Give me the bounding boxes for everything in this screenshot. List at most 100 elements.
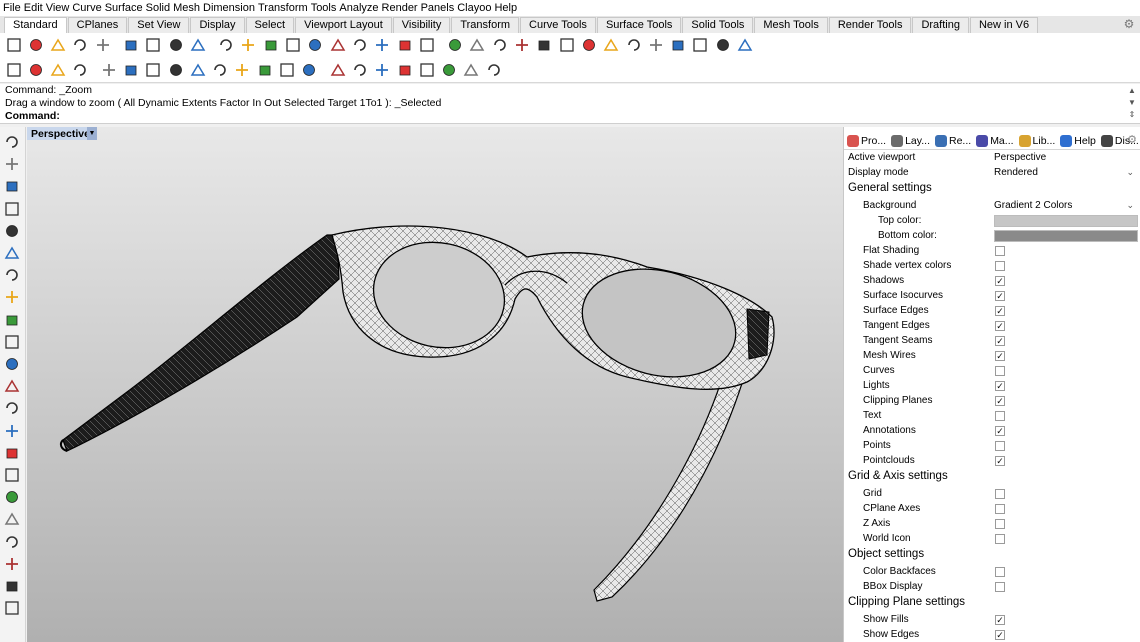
chevron-down-icon[interactable]: ⌄ — [1126, 167, 1134, 178]
checkbox-text[interactable] — [995, 410, 1005, 421]
help-icon[interactable] — [736, 36, 755, 55]
rectangle-icon[interactable] — [3, 200, 21, 218]
tab-select[interactable]: Select — [245, 17, 295, 33]
tab-visibility[interactable]: Visibility — [392, 17, 451, 33]
tab-new-in-v6[interactable]: New in V6 — [969, 17, 1039, 33]
circle-target-icon[interactable] — [144, 60, 163, 79]
steering-icon[interactable] — [417, 36, 436, 55]
display-mode-select[interactable]: Rendered — [994, 167, 1038, 178]
rotate-arrow-icon[interactable] — [99, 60, 118, 79]
align-icon[interactable] — [3, 510, 21, 528]
four-viewports-icon[interactable] — [373, 36, 392, 55]
car-icon[interactable] — [395, 36, 414, 55]
menu-item-clayoo[interactable]: Clayoo — [457, 0, 494, 16]
copy-icon[interactable] — [144, 36, 163, 55]
menu-item-help[interactable]: Help — [494, 0, 520, 16]
menu-item-edit[interactable]: Edit — [24, 0, 46, 16]
tab-solid-tools[interactable]: Solid Tools — [682, 17, 754, 33]
checkbox-annotations[interactable]: ✓ — [995, 425, 1005, 436]
checkbox-show-fills[interactable]: ✓ — [995, 614, 1005, 625]
sun-icon[interactable] — [255, 60, 274, 79]
triangle-ruler-icon[interactable] — [166, 60, 185, 79]
pipe-icon[interactable] — [188, 60, 207, 79]
panel-settings-gear-icon[interactable]: ⚙ — [1127, 133, 1137, 146]
box-solid-icon[interactable] — [3, 377, 21, 395]
crosshair-icon[interactable] — [484, 60, 503, 79]
pan-hand-icon[interactable] — [217, 36, 236, 55]
checkbox-cplane-axes[interactable] — [995, 503, 1005, 514]
extrude-icon[interactable] — [3, 355, 21, 373]
menu-item-mesh[interactable]: Mesh — [173, 0, 203, 16]
zoom-extents-icon[interactable] — [306, 36, 325, 55]
menu-item-view[interactable]: View — [46, 0, 73, 16]
point-icon[interactable] — [3, 155, 21, 173]
points-on-icon[interactable] — [468, 36, 487, 55]
checkbox-flat-shading[interactable] — [995, 245, 1005, 256]
checkbox-surface-isocurves[interactable]: ✓ — [995, 290, 1005, 301]
grid-select-icon[interactable] — [691, 36, 710, 55]
import-icon[interactable] — [93, 36, 112, 55]
tab-display[interactable]: Display — [190, 17, 245, 33]
surface-icon[interactable] — [3, 333, 21, 351]
circle-icon[interactable] — [3, 222, 21, 240]
checkbox-tangent-edges[interactable]: ✓ — [995, 320, 1005, 331]
tab-curve-tools[interactable]: Curve Tools — [520, 17, 596, 33]
shield-icon[interactable] — [535, 36, 554, 55]
checkbox-bbox-display[interactable] — [995, 581, 1005, 592]
tab-set-view[interactable]: Set View — [128, 17, 190, 33]
globe-icon[interactable] — [713, 36, 732, 55]
ring-icon[interactable] — [233, 60, 252, 79]
save-icon[interactable] — [49, 36, 68, 55]
checkbox-tangent-seams[interactable]: ✓ — [995, 335, 1005, 346]
mesh-icon[interactable] — [3, 444, 21, 462]
checkbox-curves[interactable] — [995, 365, 1005, 376]
group-icon[interactable] — [3, 555, 21, 573]
color-wheel-icon[interactable] — [557, 36, 576, 55]
lock-icon[interactable] — [513, 36, 532, 55]
active-viewport-value[interactable]: Perspective — [994, 152, 1046, 163]
menu-item-solid[interactable]: Solid — [146, 0, 173, 16]
menu-item-panels[interactable]: Panels — [421, 0, 458, 16]
settings-cog-icon[interactable] — [669, 36, 688, 55]
history-scroll-down-icon[interactable]: ▼ — [1127, 98, 1137, 107]
sphere-blue-icon[interactable] — [624, 36, 643, 55]
tab-settings-gear-icon[interactable]: ⚙ — [1122, 17, 1136, 31]
tag-icon[interactable] — [417, 60, 436, 79]
checkbox-mesh-wires[interactable]: ✓ — [995, 350, 1005, 361]
polyline-icon[interactable] — [3, 177, 21, 195]
panel-tab-ma[interactable]: Ma... — [976, 134, 1014, 147]
tab-standard[interactable]: Standard — [4, 17, 67, 33]
checkbox-points[interactable] — [995, 440, 1005, 451]
bottom-color-swatch[interactable] — [994, 229, 1138, 242]
tab-surface-tools[interactable]: Surface Tools — [596, 17, 682, 33]
teapot-icon[interactable] — [49, 60, 68, 79]
glasses-model[interactable] — [27, 127, 843, 642]
tab-render-tools[interactable]: Render Tools — [828, 17, 912, 33]
sphere-dark-icon[interactable] — [579, 36, 598, 55]
boolean-icon[interactable] — [3, 399, 21, 417]
command-scroll-icon[interactable]: ⇕ — [1127, 110, 1137, 119]
perspective-viewport[interactable]: Perspective ▼ — [27, 127, 843, 642]
viewport-menu-arrow-icon[interactable]: ▼ — [87, 127, 97, 140]
paste-icon[interactable] — [166, 36, 185, 55]
command-input[interactable] — [56, 110, 1126, 123]
explode-icon[interactable] — [3, 466, 21, 484]
checkbox-z-axis[interactable] — [995, 518, 1005, 529]
checkbox-lights[interactable]: ✓ — [995, 380, 1005, 391]
menu-item-curve[interactable]: Curve — [72, 0, 104, 16]
array-icon[interactable] — [3, 577, 21, 595]
wave-icon[interactable] — [278, 60, 297, 79]
menu-item-transform[interactable]: Transform — [258, 0, 311, 16]
hook-icon[interactable] — [3, 599, 21, 617]
menu-item-render[interactable]: Render — [382, 0, 421, 16]
chevron-down-icon[interactable]: ⌄ — [1126, 200, 1134, 211]
pencil-rod-icon[interactable] — [462, 60, 481, 79]
print-icon[interactable] — [71, 36, 90, 55]
open-folder-icon[interactable] — [26, 36, 45, 55]
hat-icon[interactable] — [300, 60, 319, 79]
checkbox-grid[interactable] — [995, 488, 1005, 499]
menu-item-file[interactable]: File — [3, 0, 24, 16]
globe-grid-icon[interactable] — [440, 60, 459, 79]
box-open-icon[interactable] — [350, 60, 369, 79]
arc-icon[interactable] — [3, 244, 21, 262]
